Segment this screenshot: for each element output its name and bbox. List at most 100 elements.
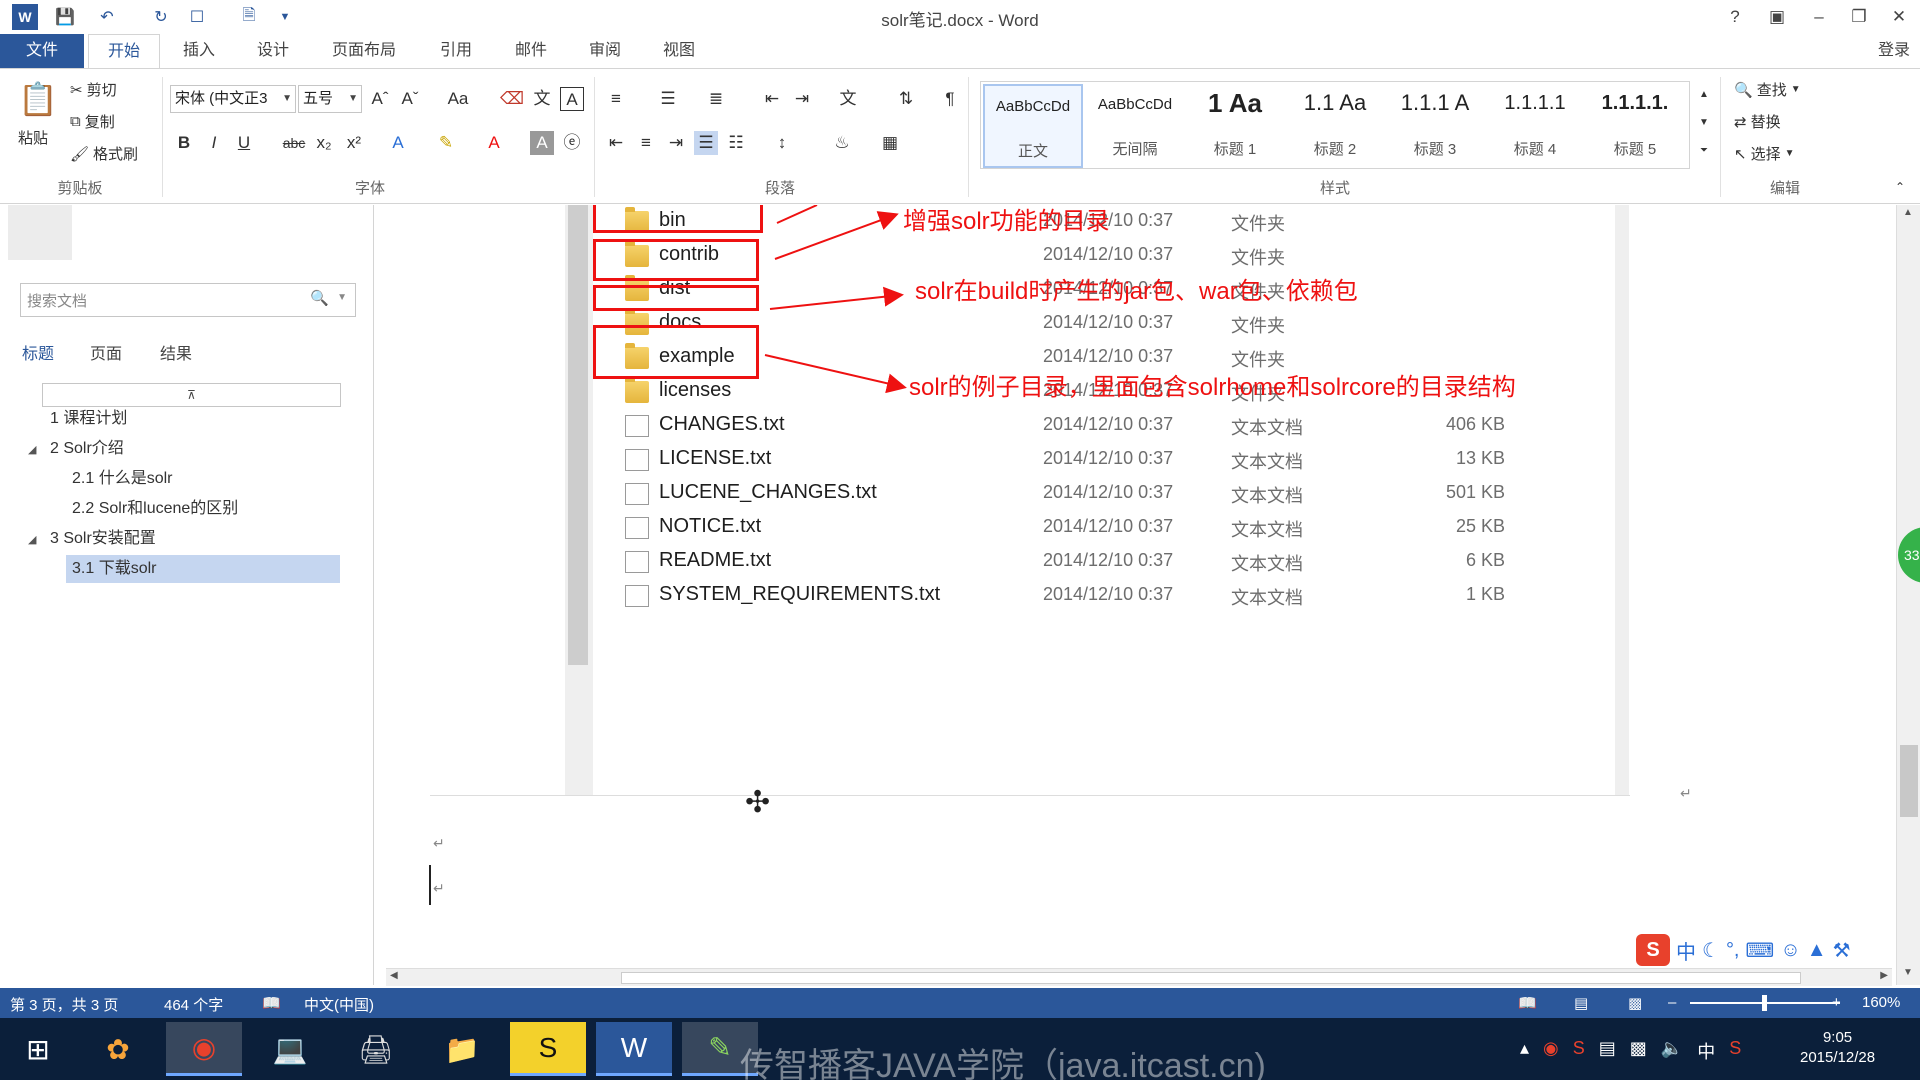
- web-layout-icon[interactable]: ▩: [1628, 994, 1642, 1012]
- customize-toolbar-icon[interactable]: ▼: [272, 4, 298, 30]
- help-button[interactable]: ?: [1720, 4, 1750, 30]
- shirt-icon[interactable]: ▲: [1807, 939, 1827, 962]
- paste-icon[interactable]: 📋: [18, 79, 58, 119]
- nav-heading-item-selected[interactable]: 3.1 下载solr: [66, 555, 340, 583]
- borders-icon[interactable]: ▦: [878, 131, 902, 155]
- keyboard-icon[interactable]: ⌨: [1746, 938, 1775, 963]
- nav-heading-item[interactable]: 2 Solr介绍: [50, 435, 124, 463]
- punctuation-icon[interactable]: °,: [1726, 939, 1740, 962]
- tab-view[interactable]: 视图: [644, 34, 714, 68]
- tab-file[interactable]: 文件: [0, 34, 84, 68]
- font-size-combo[interactable]: 五号 ▼: [298, 85, 362, 113]
- collapse-all-icon[interactable]: ⊼: [42, 383, 341, 407]
- bold-icon[interactable]: B: [172, 131, 196, 155]
- highlight-icon[interactable]: ✎: [434, 131, 458, 155]
- nav-tab-headings[interactable]: 标题: [22, 340, 54, 364]
- align-right-icon[interactable]: ⇥: [664, 131, 688, 155]
- tab-insert[interactable]: 插入: [164, 34, 234, 68]
- cut-button[interactable]: ✂ 剪切: [70, 79, 117, 100]
- style-heading-3[interactable]: 1.1.1 A 标题 3: [1385, 84, 1485, 168]
- expand-triangle-icon[interactable]: ◢: [28, 443, 36, 456]
- nav-tab-results[interactable]: 结果: [160, 340, 192, 364]
- tab-review[interactable]: 审阅: [570, 34, 640, 68]
- shading-icon[interactable]: ♨: [830, 131, 854, 155]
- page-count[interactable]: 第 3 页，共 3 页: [10, 994, 118, 1015]
- network-tray-icon[interactable]: ▤: [1599, 1038, 1616, 1064]
- increase-indent-icon[interactable]: ⇥: [790, 87, 814, 111]
- scroll-left-icon[interactable]: ◀: [390, 970, 398, 981]
- sogou-input-icon[interactable]: S: [1729, 1038, 1741, 1064]
- language-indicator[interactable]: 中文(中国): [304, 994, 374, 1015]
- grow-font-icon[interactable]: Aˆ: [368, 87, 392, 111]
- char-shading-icon[interactable]: A: [530, 131, 554, 155]
- new-doc-icon[interactable]: 🗎: [236, 4, 262, 30]
- system-clock[interactable]: 9:05 2015/12/28: [1800, 1028, 1875, 1068]
- change-case-icon[interactable]: Aa: [440, 87, 476, 111]
- network-icon[interactable]: 🖨: [338, 1022, 414, 1076]
- scroll-right-icon[interactable]: ▶: [1880, 970, 1888, 981]
- zoom-out-icon[interactable]: –: [1668, 994, 1676, 1011]
- restore-button[interactable]: ❐: [1844, 4, 1874, 30]
- tab-layout[interactable]: 页面布局: [318, 34, 410, 68]
- ime-mode-label[interactable]: 中: [1676, 936, 1696, 965]
- nav-heading-item[interactable]: 2.1 什么是solr: [72, 465, 172, 493]
- print-layout-icon[interactable]: ▤: [1574, 994, 1588, 1012]
- style-heading-5[interactable]: 1.1.1.1. 标题 5: [1585, 84, 1685, 168]
- enclose-char-icon[interactable]: ⓔ: [560, 131, 584, 155]
- superscript-icon[interactable]: x²: [342, 131, 366, 155]
- style-heading-4[interactable]: 1.1.1.1 标题 4: [1485, 84, 1585, 168]
- distributed-icon[interactable]: ☷: [724, 131, 748, 155]
- login-link[interactable]: 登录: [1878, 34, 1910, 68]
- style-heading-1[interactable]: 1 Aa 标题 1: [1185, 84, 1285, 168]
- text-effects-icon[interactable]: A: [386, 131, 410, 155]
- nav-heading-item[interactable]: 3 Solr安装配置: [50, 525, 156, 553]
- app-launcher-icon[interactable]: ✿: [80, 1022, 156, 1076]
- find-button[interactable]: 🔍 查找 ▼: [1734, 79, 1801, 100]
- underline-icon[interactable]: U: [232, 131, 256, 155]
- vertical-scrollbar[interactable]: ▲ ▼: [1896, 205, 1920, 985]
- nav-search-input[interactable]: 搜索文档 🔍 ▼: [20, 283, 356, 317]
- styles-more-icon[interactable]: ⏷: [1692, 139, 1716, 163]
- style-normal[interactable]: AaBbCcDd 正文: [983, 84, 1083, 168]
- tab-references[interactable]: 引用: [420, 34, 492, 68]
- touch-mode-icon[interactable]: ☐: [184, 4, 210, 30]
- volume-icon[interactable]: 🔈: [1661, 1038, 1683, 1064]
- monitor-icon[interactable]: ▩: [1630, 1038, 1647, 1064]
- tab-design[interactable]: 设计: [238, 34, 308, 68]
- zoom-in-icon[interactable]: +: [1832, 994, 1841, 1011]
- word-icon[interactable]: W: [596, 1022, 672, 1076]
- nav-heading-item[interactable]: 1 课程计划: [50, 405, 127, 433]
- italic-icon[interactable]: I: [202, 131, 226, 155]
- style-heading-2[interactable]: 1.1 Aa 标题 2: [1285, 84, 1385, 168]
- nav-heading-item[interactable]: 2.2 Solr和lucene的区别: [72, 495, 238, 523]
- tab-home[interactable]: 开始: [88, 34, 160, 68]
- font-name-combo[interactable]: 宋体 (中文正3 ▼: [170, 85, 296, 113]
- justify-icon[interactable]: ☰: [694, 131, 718, 155]
- scroll-up-icon[interactable]: ▲: [1903, 207, 1913, 218]
- format-painter-button[interactable]: 🖌 格式刷: [70, 143, 138, 164]
- word-count[interactable]: 464 个字: [164, 994, 223, 1015]
- clear-format-icon[interactable]: ⌫: [500, 87, 524, 111]
- security-icon[interactable]: ◉: [1543, 1038, 1559, 1064]
- select-button[interactable]: ↖ 选择 ▼: [1734, 143, 1795, 164]
- bullets-icon[interactable]: ≡: [604, 87, 628, 111]
- numbering-icon[interactable]: ☰: [656, 87, 680, 111]
- proofing-icon[interactable]: 📖: [262, 994, 281, 1012]
- redo-icon[interactable]: ↻: [148, 4, 174, 30]
- tab-mailings[interactable]: 邮件: [496, 34, 566, 68]
- sogou-tray-icon[interactable]: S: [1573, 1038, 1585, 1064]
- copy-button[interactable]: ⧉ 复制: [70, 111, 115, 132]
- style-no-spacing[interactable]: AaBbCcDd 无间隔: [1085, 84, 1185, 168]
- expand-triangle-icon[interactable]: ◢: [28, 533, 36, 546]
- minimize-button[interactable]: –: [1804, 4, 1834, 30]
- align-center-icon[interactable]: ≡: [634, 131, 658, 155]
- styles-scroll-up-icon[interactable]: ▲: [1692, 83, 1716, 107]
- remote-desktop-icon[interactable]: 💻: [252, 1022, 328, 1076]
- read-mode-icon[interactable]: 📖: [1518, 994, 1537, 1012]
- undo-icon[interactable]: ↶: [94, 4, 120, 30]
- ribbon-display-options-icon[interactable]: ▣: [1762, 4, 1792, 30]
- subscript-icon[interactable]: x₂: [312, 131, 336, 155]
- user-icon[interactable]: ☺: [1780, 939, 1800, 962]
- save-icon[interactable]: 💾: [52, 4, 78, 30]
- shrink-font-icon[interactable]: Aˇ: [398, 87, 422, 111]
